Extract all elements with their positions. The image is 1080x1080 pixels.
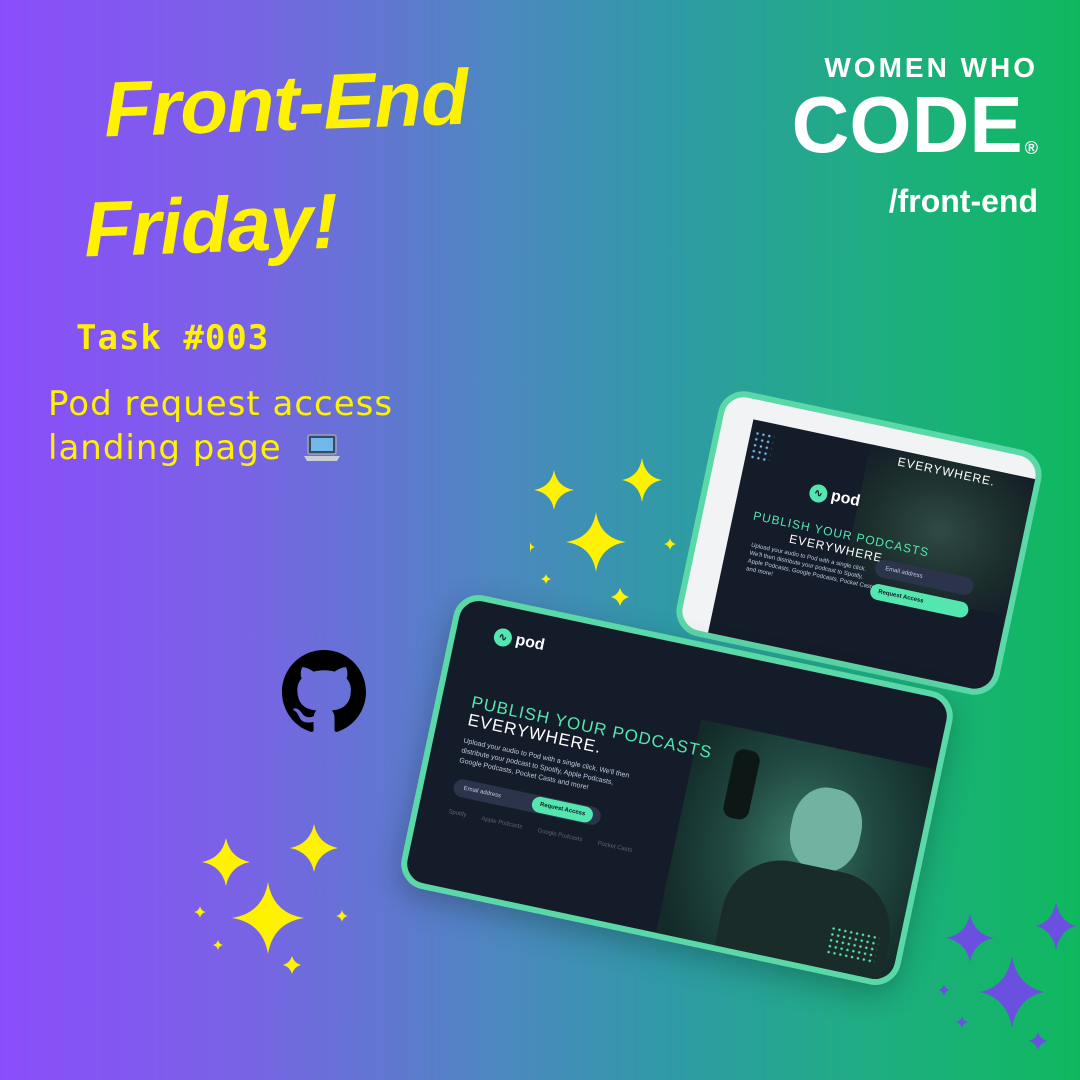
laptop-icon — [302, 430, 342, 474]
pod-logo-icon: ∿ — [492, 626, 514, 649]
description-line-2: landing page — [48, 428, 282, 468]
podcaster-photo — [647, 719, 946, 990]
description-line-2-wrap: landing page — [48, 426, 468, 474]
registered-mark: ® — [1024, 138, 1038, 158]
platform-list: Spotify Apple Podcasts Google Podcasts P… — [448, 809, 647, 857]
desktop-logo: ∿ pod — [492, 626, 547, 656]
github-icon[interactable] — [282, 650, 366, 734]
microphone-shape — [721, 747, 762, 822]
sparkle-icon — [194, 824, 348, 974]
platform-spotify: Spotify — [447, 809, 468, 819]
brand-code-wrap: CODE ® — [778, 84, 1038, 189]
title-line-1: Front-End — [102, 52, 469, 154]
desktop-logo-text: pod — [513, 631, 547, 655]
platform-google: Google Podcasts — [536, 827, 583, 844]
task-label: Task #003 — [76, 318, 270, 358]
wwcode-logo: WOMEN WHO CODE ® /front-end — [778, 52, 1038, 220]
sparkle-icon — [938, 902, 1076, 1050]
pod-logo-icon: ∿ — [807, 482, 830, 505]
sparkle-icon — [530, 458, 676, 606]
description-line-1: Pod request access — [48, 384, 394, 424]
title-line-2: Friday! — [82, 176, 339, 274]
platform-apple: Apple Podcasts — [480, 816, 523, 831]
person-body-shape — [703, 849, 902, 990]
platform-pocket: Pocket Casts — [596, 840, 633, 854]
brand-code: CODE — [791, 80, 1023, 169]
description: Pod request access landing page — [48, 382, 468, 474]
